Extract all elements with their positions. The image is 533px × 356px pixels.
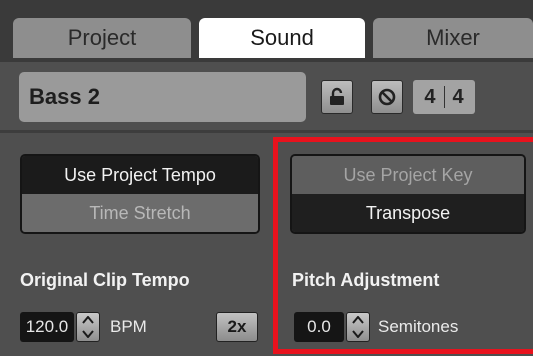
time-signature[interactable]: 4 4 — [413, 80, 475, 114]
down-arrow-icon — [352, 330, 364, 338]
tempo-input[interactable]: 120.0 — [20, 312, 74, 342]
time-stretch-button[interactable]: Time Stretch — [22, 194, 258, 232]
pitch-mode-group: Use Project Key Transpose — [290, 154, 526, 234]
use-project-key-button[interactable]: Use Project Key — [292, 156, 524, 194]
original-clip-tempo-label: Original Clip Tempo — [20, 270, 190, 290]
up-arrow-icon — [352, 316, 364, 324]
divider — [0, 130, 533, 133]
semitones-unit-label: Semitones — [378, 317, 459, 336]
pitch-adjustment-label: Pitch Adjustment — [292, 270, 440, 290]
sound-name-field[interactable]: Bass 2 — [19, 72, 306, 122]
tab-bar: Project Sound Mixer — [0, 0, 533, 62]
time-signature-separator — [443, 86, 445, 108]
block-icon — [378, 88, 396, 106]
up-arrow-icon — [82, 316, 94, 324]
mute-button[interactable] — [371, 80, 403, 114]
time-signature-numerator: 4 — [424, 85, 436, 108]
tab-mixer[interactable]: Mixer — [373, 18, 533, 58]
semitones-input[interactable]: 0.0 — [294, 312, 344, 342]
transpose-button[interactable]: Transpose — [292, 194, 524, 232]
bpm-unit-label: BPM — [110, 317, 147, 336]
semitones-stepper[interactable] — [346, 312, 370, 342]
double-tempo-button[interactable]: 2x — [216, 312, 258, 342]
lock-button[interactable] — [321, 80, 353, 114]
time-signature-denominator: 4 — [452, 85, 464, 108]
tempo-mode-group: Use Project Tempo Time Stretch — [20, 154, 260, 234]
tab-sound[interactable]: Sound — [199, 18, 365, 58]
use-project-tempo-button[interactable]: Use Project Tempo — [22, 156, 258, 194]
down-arrow-icon — [82, 330, 94, 338]
lock-icon — [330, 87, 344, 105]
tempo-stepper[interactable] — [76, 312, 100, 342]
tab-project[interactable]: Project — [13, 18, 191, 58]
